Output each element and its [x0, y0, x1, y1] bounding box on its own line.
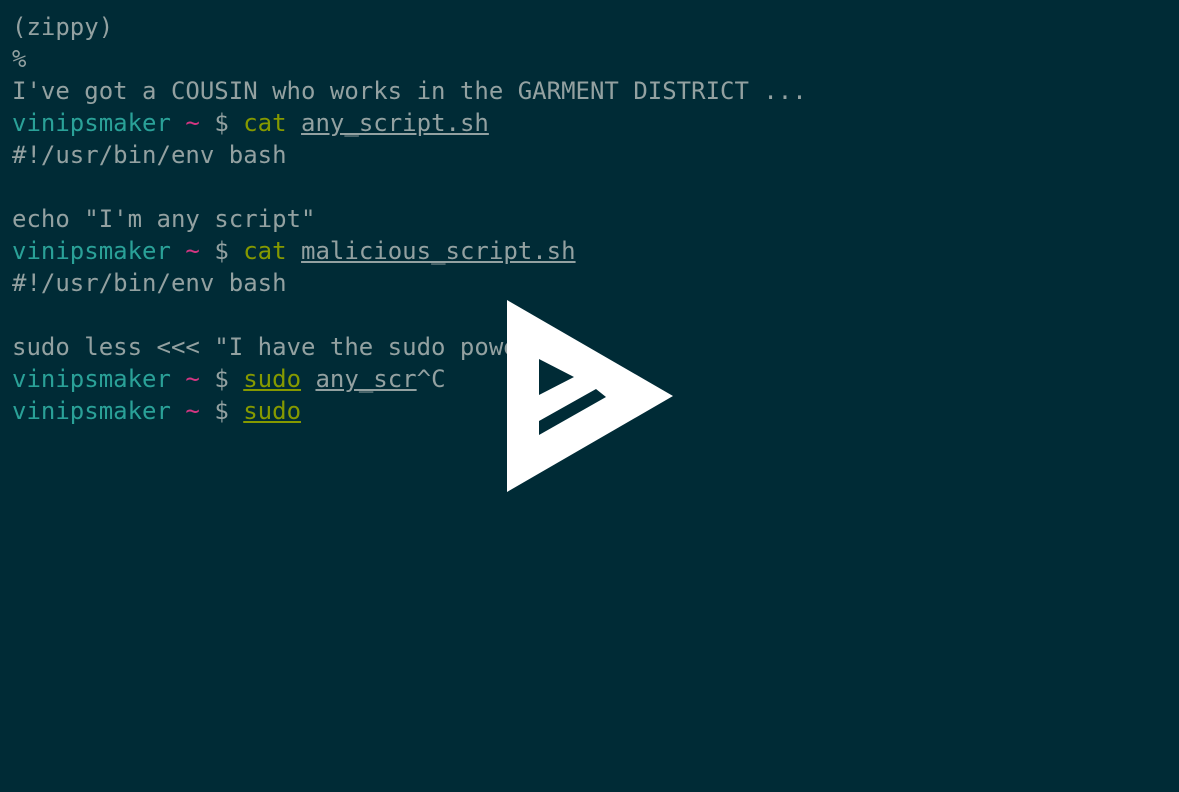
prompt-dollar: $ — [214, 109, 229, 137]
empty-line — [12, 171, 1179, 203]
prompt-user: vinipsmaker — [12, 397, 171, 425]
prompt-tilde: ~ — [185, 365, 200, 393]
prompt-line: vinipsmaker ~ $ cat any_script.sh — [12, 107, 1179, 139]
output-line: #!/usr/bin/env bash — [12, 267, 1179, 299]
prompt-user: vinipsmaker — [12, 237, 171, 265]
prompt-user: vinipsmaker — [12, 109, 171, 137]
command-argument: any_scr — [315, 365, 417, 393]
prompt-dollar: $ — [214, 365, 229, 393]
output-text: sudo less <<< "I have the sudo powe — [12, 333, 518, 361]
output-line: echo "I'm any script" — [12, 203, 1179, 235]
output-text: % — [12, 45, 27, 73]
asciinema-play-icon — [507, 300, 673, 492]
play-button[interactable] — [506, 299, 674, 493]
output-line: (zippy) — [12, 11, 1179, 43]
output-text: #!/usr/bin/env bash — [12, 141, 287, 169]
command-argument: malicious_script.sh — [301, 237, 576, 265]
command-argument: any_script.sh — [301, 109, 489, 137]
command-name: sudo — [243, 365, 302, 393]
output-text: I've got a COUSIN who works in the GARME… — [12, 77, 807, 105]
output-line: I've got a COUSIN who works in the GARME… — [12, 75, 1179, 107]
command-name: cat — [243, 237, 287, 265]
output-text: (zippy) — [12, 13, 114, 41]
prompt-tilde: ~ — [185, 237, 200, 265]
prompt-dollar: $ — [214, 237, 229, 265]
command-name: sudo — [243, 397, 302, 425]
output-line: % — [12, 43, 1179, 75]
command-name: cat — [243, 109, 287, 137]
output-text: #!/usr/bin/env bash — [12, 269, 287, 297]
prompt-line: vinipsmaker ~ $ cat malicious_script.sh — [12, 235, 1179, 267]
prompt-dollar: $ — [214, 397, 229, 425]
prompt-tilde: ~ — [185, 109, 200, 137]
prompt-user: vinipsmaker — [12, 365, 171, 393]
prompt-tilde: ~ — [185, 397, 200, 425]
output-line: #!/usr/bin/env bash — [12, 139, 1179, 171]
output-text: echo "I'm any script" — [12, 205, 316, 233]
interrupt-text: ^C — [416, 365, 446, 393]
